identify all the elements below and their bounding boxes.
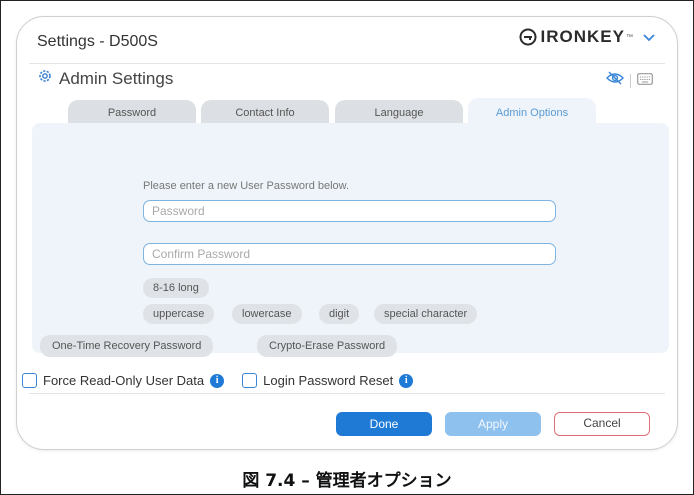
header-divider [29, 63, 665, 64]
done-button[interactable]: Done [336, 412, 432, 436]
force-readonly-option[interactable]: Force Read-Only User Data i [22, 373, 225, 388]
login-reset-label: Login Password Reset [263, 373, 394, 388]
admin-header: Admin Settings [37, 68, 173, 89]
page-title: Admin Settings [59, 68, 174, 88]
force-readonly-label: Force Read-Only User Data [43, 373, 205, 388]
brand-trademark: ™ [626, 33, 633, 41]
password-input[interactable] [143, 200, 556, 222]
requirement-length: 8-16 long [143, 278, 209, 298]
keyboard-icon[interactable] [637, 72, 653, 90]
cancel-button[interactable]: Cancel [554, 412, 650, 436]
crypto-erase-password-button[interactable]: Crypto-Erase Password [257, 335, 398, 357]
ironkey-logo-icon [519, 28, 537, 46]
one-time-recovery-password-button[interactable]: One-Time Recovery Password [40, 335, 214, 357]
requirement-special: special character [374, 304, 478, 324]
window-title: Settings - D500S [37, 33, 158, 50]
ironkey-logo: IRONKEY ™ [519, 27, 633, 47]
tab-admin-options[interactable]: Admin Options [468, 98, 596, 128]
info-icon[interactable]: i [210, 373, 225, 388]
footer-divider [29, 393, 665, 394]
apply-button[interactable]: Apply [445, 412, 541, 436]
brand-area: IRONKEY ™ [519, 27, 655, 47]
brand-name: IRONKEY [540, 27, 625, 46]
requirement-lowercase: lowercase [232, 304, 302, 324]
requirement-uppercase: uppercase [143, 304, 215, 324]
figure-caption: 図 7.4 – 管理者オプション [242, 471, 452, 491]
chevron-down-icon[interactable] [643, 29, 655, 45]
confirm-password-input[interactable] [143, 243, 556, 265]
header-tools [606, 71, 653, 90]
password-prompt: Please enter a new User Password below. [143, 180, 350, 192]
login-reset-option[interactable]: Login Password Reset i [242, 373, 414, 388]
tool-separator [630, 73, 631, 88]
gear-icon [37, 68, 53, 89]
login-reset-checkbox[interactable] [242, 373, 258, 388]
settings-window: Settings - D500S IRONKEY ™ Admin Settings [16, 16, 678, 450]
admin-options-panel: Please enter a new User Password below. … [32, 123, 669, 357]
info-icon[interactable]: i [399, 373, 414, 388]
eye-off-icon[interactable] [606, 71, 624, 90]
options-row: Force Read-Only User Data i Login Passwo… [22, 373, 431, 388]
requirement-digit: digit [319, 304, 360, 324]
force-readonly-checkbox[interactable] [22, 373, 37, 388]
